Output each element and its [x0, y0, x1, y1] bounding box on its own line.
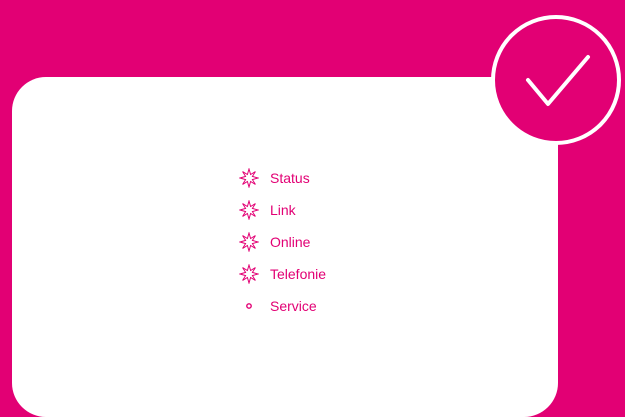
- blinking-led-icon: [239, 168, 259, 188]
- led-off-icon: [246, 303, 252, 309]
- checkmark-icon: [491, 15, 621, 145]
- blinking-led-icon: [239, 264, 259, 284]
- status-label: Status: [270, 170, 310, 186]
- link-label: Link: [270, 202, 296, 218]
- online-label: Online: [270, 234, 311, 250]
- blinking-led-icon: [239, 232, 259, 252]
- service-label: Service: [270, 298, 317, 314]
- telefonie-label: Telefonie: [270, 266, 327, 282]
- blinking-led-icon: [239, 200, 259, 220]
